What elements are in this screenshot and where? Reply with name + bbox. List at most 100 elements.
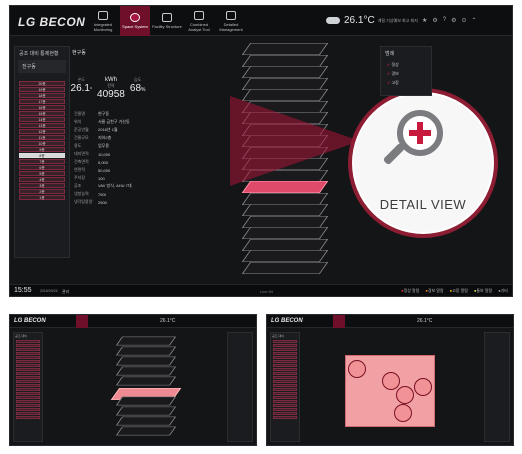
- floor-button[interactable]: [273, 396, 297, 399]
- floor-slab[interactable]: [115, 366, 177, 376]
- floor-slab[interactable]: [241, 65, 329, 79]
- nav-facility-structure[interactable]: Facility Structure: [152, 6, 182, 36]
- floor-slab[interactable]: [241, 42, 329, 56]
- nav-integrated-monitoring[interactable]: Integrated Monitoring: [88, 6, 118, 36]
- floor-button[interactable]: 3층: [19, 183, 65, 188]
- help-icon[interactable]: ?: [443, 17, 446, 24]
- floor-slab[interactable]: [241, 249, 329, 263]
- floor-button[interactable]: [273, 408, 297, 411]
- floor-button[interactable]: [16, 340, 40, 343]
- config-icon[interactable]: ⚙: [451, 17, 456, 24]
- zone-marker[interactable]: [394, 404, 412, 422]
- floor-slab[interactable]: [115, 416, 177, 426]
- floor-button[interactable]: [16, 376, 40, 379]
- floor-button[interactable]: [16, 400, 40, 403]
- legend-item[interactable]: ✔ 정상: [387, 60, 431, 69]
- floor-button[interactable]: [273, 392, 297, 395]
- floor-button[interactable]: [273, 400, 297, 403]
- floor-button[interactable]: 1층: [19, 195, 65, 200]
- floor-button[interactable]: [273, 416, 297, 419]
- floor-button[interactable]: [273, 412, 297, 415]
- zone-marker[interactable]: [396, 386, 414, 404]
- floor-button[interactable]: 15층: [19, 111, 65, 116]
- floor-button[interactable]: [273, 376, 297, 379]
- floor-slab[interactable]: [241, 203, 329, 217]
- floor-button[interactable]: [16, 408, 40, 411]
- floor-slab[interactable]: [241, 238, 329, 251]
- floor-slab[interactable]: [115, 406, 177, 416]
- floor-slab[interactable]: [115, 336, 177, 346]
- floor-button[interactable]: [16, 360, 40, 363]
- floor-button[interactable]: [16, 396, 40, 399]
- floor-slab[interactable]: [241, 261, 329, 274]
- floor-button[interactable]: [16, 368, 40, 371]
- floor-button[interactable]: 19층: [19, 87, 65, 92]
- floor-button[interactable]: [273, 404, 297, 407]
- floor-button[interactable]: [16, 352, 40, 355]
- floor-slab[interactable]: [241, 192, 329, 205]
- floor-button[interactable]: 5층: [19, 171, 65, 176]
- floor-button[interactable]: 14층: [19, 117, 65, 122]
- star-icon[interactable]: ★: [422, 17, 427, 24]
- floor-button[interactable]: [16, 416, 40, 419]
- floor-button[interactable]: [16, 380, 40, 383]
- floor-button[interactable]: [273, 348, 297, 351]
- floor-button[interactable]: [273, 372, 297, 375]
- chevron-up-icon[interactable]: ⌃: [472, 17, 477, 24]
- floor-button[interactable]: [273, 356, 297, 359]
- nav-space-system[interactable]: Space System: [120, 6, 150, 36]
- floor-button[interactable]: [273, 360, 297, 363]
- floor-button[interactable]: [16, 384, 40, 387]
- floor-button[interactable]: [273, 368, 297, 371]
- floor-button[interactable]: [273, 388, 297, 391]
- floor-button[interactable]: [16, 404, 40, 407]
- floor-button[interactable]: 6층: [19, 165, 65, 170]
- legend-item[interactable]: ✔ 고장: [387, 78, 431, 87]
- floor-slab[interactable]: [241, 215, 329, 228]
- floor-button[interactable]: 16층: [19, 105, 65, 110]
- floor-button[interactable]: 4층: [19, 177, 65, 182]
- floor-button[interactable]: [16, 392, 40, 395]
- zone-marker[interactable]: [382, 372, 400, 390]
- floor-button[interactable]: 2층: [19, 189, 65, 194]
- settings-icon[interactable]: ⚙: [432, 17, 437, 24]
- floor-plan-view[interactable]: [345, 355, 435, 427]
- floor-button[interactable]: 17층: [19, 99, 65, 104]
- floor-slab[interactable]: [115, 396, 177, 406]
- detail-view-callout[interactable]: DETAIL VIEW: [348, 88, 498, 238]
- floor-button[interactable]: [16, 344, 40, 347]
- floor-button[interactable]: [16, 372, 40, 375]
- floor-slab[interactable]: [115, 376, 177, 386]
- floor-button[interactable]: [273, 344, 297, 347]
- floor-button[interactable]: 8층: [19, 153, 65, 158]
- floor-button[interactable]: [16, 412, 40, 415]
- floor-slab[interactable]: [241, 77, 329, 90]
- floor-button[interactable]: [16, 356, 40, 359]
- floor-button[interactable]: [273, 340, 297, 343]
- floor-button[interactable]: [273, 352, 297, 355]
- legend-item[interactable]: ✔ 경보: [387, 69, 431, 78]
- floor-button[interactable]: 10층: [19, 141, 65, 146]
- floor-slab[interactable]: [241, 226, 329, 240]
- zone-marker[interactable]: [414, 378, 432, 396]
- floor-button[interactable]: [273, 380, 297, 383]
- floor-button[interactable]: 9층: [19, 147, 65, 152]
- floor-slab[interactable]: [241, 54, 329, 67]
- floor-button[interactable]: 20층: [19, 81, 65, 86]
- nav-detailed-management[interactable]: Detailed Management: [216, 6, 246, 36]
- floor-button[interactable]: 11층: [19, 135, 65, 140]
- floor-button[interactable]: 7층: [19, 159, 65, 164]
- floor-button[interactable]: [16, 364, 40, 367]
- floor-button[interactable]: 18층: [19, 93, 65, 98]
- floor-slab[interactable]: [115, 356, 177, 366]
- zone-marker[interactable]: [348, 360, 366, 378]
- floor-button[interactable]: 13층: [19, 123, 65, 128]
- floor-button[interactable]: [16, 388, 40, 391]
- floor-button[interactable]: [273, 364, 297, 367]
- nav-combined-analyst-tool[interactable]: Combined Analyst Tool: [184, 6, 214, 36]
- power-icon[interactable]: ⊙: [462, 17, 467, 24]
- floor-button[interactable]: [273, 384, 297, 387]
- panel-tab[interactable]: 전구동: [18, 60, 66, 73]
- floor-slab[interactable]: [115, 346, 177, 356]
- floor-button[interactable]: 12층: [19, 129, 65, 134]
